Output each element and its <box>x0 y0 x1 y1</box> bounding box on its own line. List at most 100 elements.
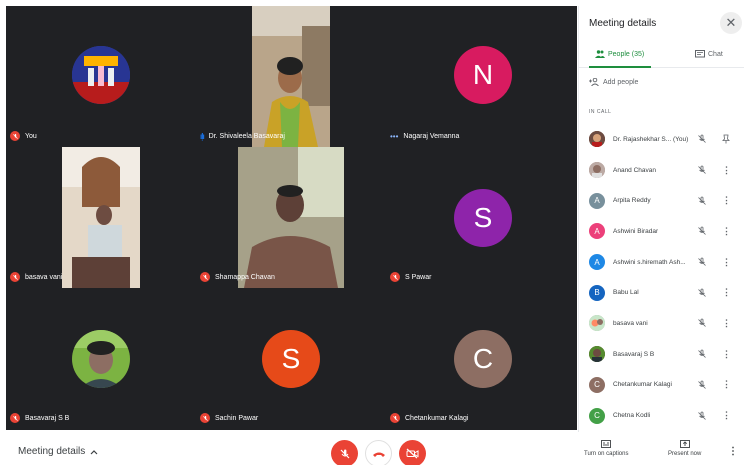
tile-basava-vani[interactable]: basava vani <box>6 147 196 288</box>
participant-row[interactable]: Basavaraj S B ⋮ <box>579 339 744 370</box>
speaking-icon: ıḷı <box>200 132 205 141</box>
panel-tabs: People (35) Chat <box>579 46 744 68</box>
you-tag: (You) <box>672 135 689 143</box>
tile-shamappa[interactable]: Shamappa Chavan <box>196 147 386 288</box>
tile-name: Shamappa Chavan <box>215 273 275 281</box>
tile-shivaleela[interactable]: ıḷı Dr. Shivaleela Basavaraj <box>196 6 386 147</box>
avatar: S <box>262 330 320 388</box>
video-feed <box>252 6 330 147</box>
participant-name: Chetankumar Kalagi <box>613 381 672 389</box>
mic-off-icon[interactable] <box>697 134 707 144</box>
participant-list: Dr. Rajashekhar S... (You) Anand Chavan … <box>579 124 744 431</box>
panel-title: Meeting details <box>589 18 657 29</box>
mic-off-icon[interactable] <box>697 257 707 267</box>
captions-button[interactable]: Turn on captions <box>584 440 628 457</box>
tile-you[interactable]: You <box>6 6 196 147</box>
participant-row[interactable]: C Chetna Kodli ⋮ <box>579 400 744 431</box>
participant-row[interactable]: A Arpita Reddy ⋮ <box>579 185 744 216</box>
participant-row[interactable]: B Babu Lal ⋮ <box>579 277 744 308</box>
tile-name: S Pawar <box>405 273 432 281</box>
more-icon: ••• <box>390 132 399 141</box>
close-icon[interactable]: ✕ <box>720 12 742 34</box>
participant-name: Basavaraj S B <box>613 350 655 358</box>
mic-off-icon[interactable] <box>697 411 707 421</box>
tab-people-label: People (35) <box>608 50 645 58</box>
participant-name: Anand Chavan <box>613 166 657 174</box>
avatar <box>589 162 605 179</box>
mic-off-icon <box>340 449 349 458</box>
more-options-icon[interactable]: ⋮ <box>722 165 731 176</box>
avatar: C <box>454 330 512 388</box>
meeting-details-label: Meeting details <box>18 446 86 457</box>
more-options-icon[interactable]: ⋮ <box>728 446 738 457</box>
tile-s-pawar[interactable]: S S Pawar <box>386 147 576 288</box>
leave-call-button[interactable] <box>365 440 392 465</box>
more-options-icon[interactable]: ⋮ <box>722 349 731 360</box>
mic-off-icon <box>390 413 400 423</box>
meeting-details-button[interactable]: Meeting details <box>18 446 98 457</box>
tab-chat[interactable]: Chat <box>695 50 723 59</box>
people-icon <box>595 50 605 58</box>
hang-up-icon <box>372 452 385 457</box>
tile-name: basava vani <box>25 273 63 281</box>
present-icon <box>679 440 690 448</box>
avatar <box>589 131 605 148</box>
tile-nagaraj[interactable]: N ••• Nagaraj Vemanna <box>386 6 576 147</box>
more-options-icon[interactable]: ⋮ <box>722 318 731 329</box>
add-people-button[interactable]: Add people <box>589 78 638 86</box>
mic-off-icon[interactable] <box>697 349 707 359</box>
camera-off-icon <box>406 448 419 459</box>
more-options-icon[interactable]: ⋮ <box>722 226 731 237</box>
participant-row[interactable]: C Chetankumar Kalagi ⋮ <box>579 370 744 401</box>
more-options-icon[interactable]: ⋮ <box>722 257 731 268</box>
mic-off-icon[interactable] <box>697 380 707 390</box>
mic-off-icon <box>200 272 210 282</box>
more-options-icon[interactable]: ⋮ <box>722 379 731 390</box>
tile-name: Dr. Shivaleela Basavaraj <box>208 133 285 140</box>
participant-row[interactable]: Anand Chavan ⋮ <box>579 155 744 186</box>
mic-off-icon[interactable] <box>697 226 707 236</box>
avatar: S <box>454 189 512 247</box>
tile-name: Sachin Pawar <box>215 414 259 422</box>
participant-row[interactable]: Dr. Rajashekhar S... (You) <box>579 124 744 155</box>
tile-basavaraj[interactable]: Basavaraj S B <box>6 288 196 429</box>
mic-off-icon <box>200 413 210 423</box>
tile-name: Basavaraj S B <box>25 414 70 422</box>
participant-name: Chetna Kodli <box>613 412 651 420</box>
tab-people[interactable]: People (35) <box>595 50 644 58</box>
more-options-icon[interactable]: ⋮ <box>722 410 731 421</box>
captions-icon <box>601 440 612 448</box>
captions-label: Turn on captions <box>584 451 629 457</box>
video-feed <box>238 147 344 288</box>
mic-off-icon[interactable] <box>697 165 707 175</box>
mic-off-icon <box>10 131 20 141</box>
mic-off-icon <box>390 272 400 282</box>
tile-sachin[interactable]: S Sachin Pawar <box>196 288 386 429</box>
avatar: N <box>454 46 512 104</box>
bottom-bar: Meeting details Turn on captions Present… <box>0 432 744 465</box>
mic-off-icon[interactable] <box>697 318 707 328</box>
more-options-icon[interactable]: ⋮ <box>722 195 731 206</box>
avatar: A <box>589 192 605 209</box>
participant-row[interactable]: A Ashwini Biradar ⋮ <box>579 216 744 247</box>
avatar <box>589 315 605 332</box>
camera-toggle-button[interactable] <box>399 440 426 465</box>
present-now-button[interactable]: Present now <box>668 440 701 457</box>
pin-icon[interactable] <box>721 134 731 144</box>
video-grid: You ıḷı Dr. Shivaleela Basavaraj N ••• N… <box>6 6 577 430</box>
mic-toggle-button[interactable] <box>331 440 358 465</box>
chevron-up-icon <box>90 449 98 454</box>
participant-name: basava vani <box>613 319 648 327</box>
mic-off-icon[interactable] <box>697 196 707 206</box>
tab-underline <box>589 66 651 68</box>
mic-off-icon[interactable] <box>697 288 707 298</box>
more-options-icon[interactable]: ⋮ <box>722 287 731 298</box>
video-feed <box>62 147 140 288</box>
meeting-details-panel: Meeting details ✕ People (35) Chat Add p… <box>578 6 744 432</box>
participant-row[interactable]: A Ashwini s.hiremath Ash... ⋮ <box>579 247 744 278</box>
tile-chetankumar[interactable]: C Chetankumar Kalagi <box>386 288 576 429</box>
avatar: C <box>589 407 605 424</box>
participant-name: Ashwini s.hiremath Ash... <box>613 258 686 266</box>
participant-row[interactable]: basava vani ⋮ <box>579 308 744 339</box>
tile-name: Chetankumar Kalagi <box>405 414 469 422</box>
